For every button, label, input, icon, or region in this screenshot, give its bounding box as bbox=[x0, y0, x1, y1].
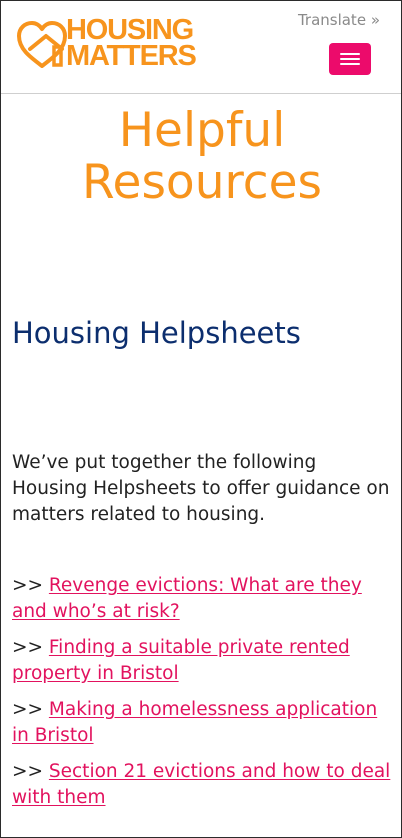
list-item: >> Making a homelessness application in … bbox=[12, 697, 398, 749]
helpsheet-list: >> Revenge evictions: What are they and … bbox=[12, 573, 398, 821]
page-title-line-2: Resources bbox=[81, 155, 323, 210]
helpsheet-link-private-rented[interactable]: Finding a suitable private rented proper… bbox=[12, 637, 350, 684]
list-item: >> Finding a suitable private rented pro… bbox=[12, 635, 398, 687]
helpsheet-link-revenge-evictions[interactable]: Revenge evictions: What are they and who… bbox=[12, 575, 362, 622]
helpsheet-link-homelessness[interactable]: Making a homelessness application in Bri… bbox=[12, 699, 377, 746]
link-prefix: >> bbox=[12, 761, 49, 782]
helpsheet-link-section-21[interactable]: Section 21 evictions and how to deal wit… bbox=[12, 761, 390, 808]
logo-line-2: MATTERS bbox=[66, 40, 197, 72]
link-prefix: >> bbox=[12, 575, 49, 596]
link-prefix: >> bbox=[12, 637, 49, 658]
translate-link[interactable]: Translate » bbox=[298, 11, 380, 29]
menu-toggle-button[interactable] bbox=[329, 43, 371, 75]
list-item: >> Revenge evictions: What are they and … bbox=[12, 573, 398, 625]
section-title: Housing Helpsheets bbox=[12, 316, 301, 350]
site-logo[interactable]: HOUSING MATTERS bbox=[16, 16, 216, 73]
list-item: >> Section 21 evictions and how to deal … bbox=[12, 759, 398, 811]
link-prefix: >> bbox=[12, 699, 49, 720]
page-title-line-1: Helpful bbox=[118, 103, 286, 158]
house-heart-icon bbox=[17, 21, 67, 68]
page-title: Helpful Resources bbox=[1, 105, 402, 209]
hamburger-icon-bar bbox=[340, 53, 360, 55]
intro-paragraph: We’ve put together the following Housing… bbox=[12, 452, 390, 525]
hamburger-icon-bar bbox=[340, 63, 360, 65]
hamburger-icon-bar bbox=[340, 58, 360, 60]
page-frame: HOUSING MATTERS Translate » Helpful Reso… bbox=[0, 0, 402, 838]
site-header: HOUSING MATTERS Translate » bbox=[1, 1, 401, 94]
logo-wordmark: HOUSING MATTERS bbox=[66, 16, 197, 72]
